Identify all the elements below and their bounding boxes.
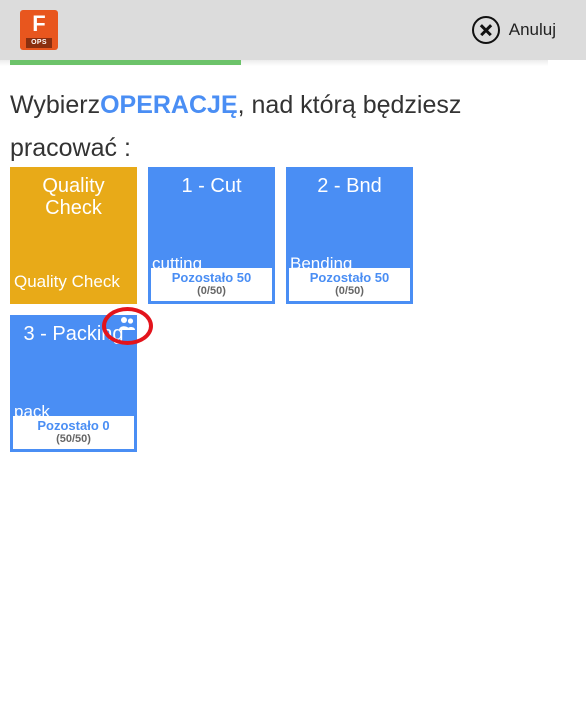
prompt-prefix: Wybierz: [10, 91, 101, 119]
operation-title: 1 - Cut: [181, 175, 242, 197]
remaining-count: Pozostało 0: [37, 418, 110, 433]
cancel-label: Anuluj: [508, 20, 556, 39]
remaining-box: Pozostało 50 (0/50): [151, 268, 272, 301]
app-logo: F OPS: [20, 10, 58, 50]
progress-fill: [10, 60, 241, 65]
remaining-box: Pozostało 50 (0/50): [289, 268, 410, 301]
operation-tile-quality-check[interactable]: Quality Check Quality Check: [10, 167, 137, 304]
operation-title: Quality Check: [42, 175, 105, 219]
logo-sub: OPS: [26, 38, 52, 48]
remaining-box: Pozostało 0 (50/50): [13, 416, 134, 449]
remaining-count: Pozostało 50: [309, 270, 390, 285]
progress-bar: [10, 60, 548, 65]
page-prompt: WybierzOPERACJĘ, nad którą będziesz prac…: [10, 84, 530, 170]
prompt-emphasis: OPERACJĘ: [100, 91, 238, 119]
remaining-count: Pozostało 50: [171, 270, 252, 285]
top-bar: F OPS Anuluj: [0, 0, 586, 60]
operation-tile-cut[interactable]: 1 - Cut cutting Pozostało 50 (0/50): [148, 167, 275, 304]
highlight-annotation: [102, 307, 153, 345]
close-circle-icon: [471, 16, 500, 44]
progress-ratio: (0/50): [335, 285, 364, 297]
progress-ratio: (50/50): [56, 433, 91, 445]
operation-tile-bnd[interactable]: 2 - Bnd Bending Pozostało 50 (0/50): [286, 167, 413, 304]
operation-subtitle: Quality Check: [14, 272, 120, 291]
progress-ratio: (0/50): [197, 285, 226, 297]
operation-title: 2 - Bnd: [317, 175, 382, 197]
logo-letter: F: [32, 11, 46, 36]
cancel-button[interactable]: Anuluj: [471, 14, 556, 46]
